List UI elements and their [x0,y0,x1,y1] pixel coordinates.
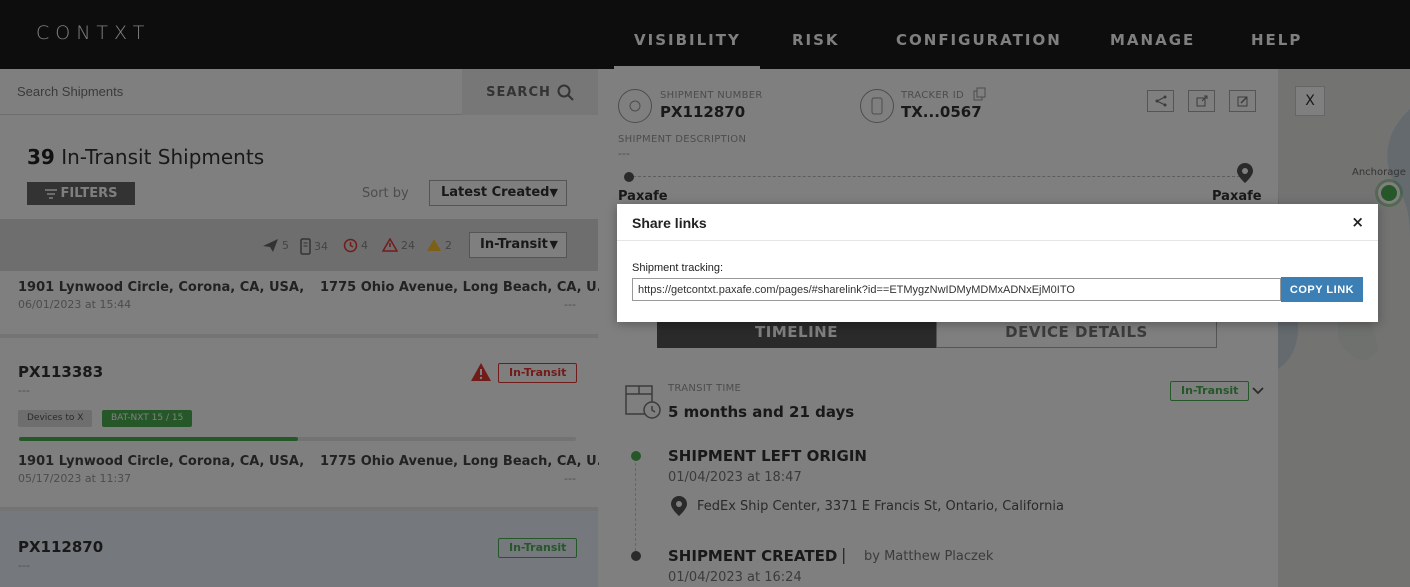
copy-link-button[interactable]: COPY LINK [1281,277,1363,302]
share-links-modal: Share links × Shipment tracking: COPY LI… [617,204,1378,322]
modal-header: Share links × [617,204,1378,241]
shipment-tracking-label: Shipment tracking: [632,262,724,274]
close-icon[interactable]: × [1351,213,1364,231]
share-link-field[interactable] [632,278,1281,301]
modal-title: Share links [632,215,707,231]
